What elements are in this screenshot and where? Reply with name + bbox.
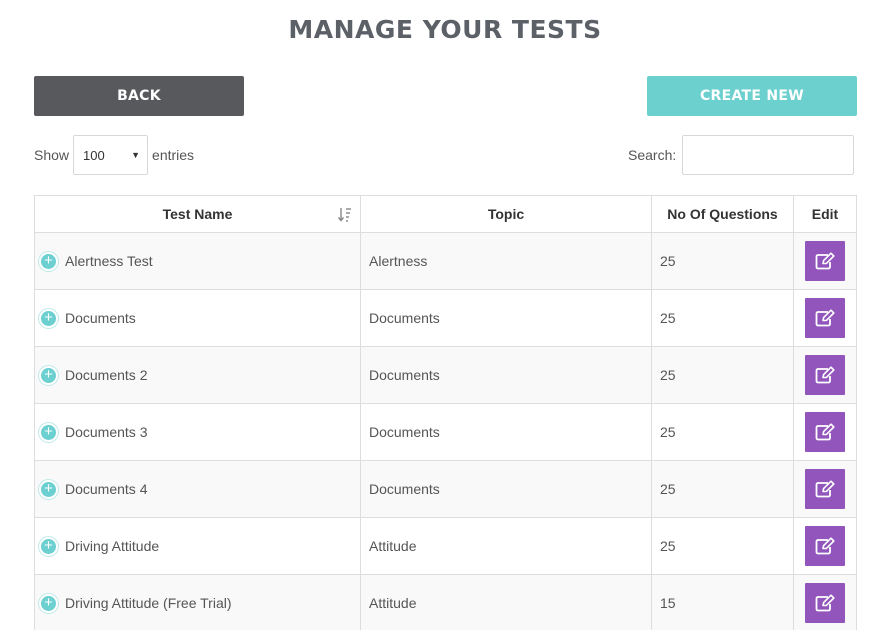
table-row: + Documents 2 Documents 25 <box>34 346 857 404</box>
edit-cell <box>793 289 857 347</box>
column-header-test-name[interactable]: Test Name <box>34 195 361 233</box>
page-title: MANAGE YOUR TESTS <box>288 15 602 44</box>
edit-cell <box>793 346 857 404</box>
test-name: Documents 4 <box>65 481 148 497</box>
test-name-cell: + Documents <box>34 289 361 347</box>
plus-circle-icon[interactable]: + <box>39 251 58 271</box>
edit-pencil-icon <box>815 480 835 498</box>
table-body: + Alertness Test Alertness 25 + Document… <box>34 232 857 630</box>
edit-button[interactable] <box>805 241 845 281</box>
test-name-cell: + Documents 2 <box>34 346 361 404</box>
plus-circle-icon[interactable]: + <box>39 308 58 328</box>
search-input[interactable] <box>682 135 855 175</box>
create-new-button[interactable]: CREATE NEW <box>647 76 857 116</box>
edit-pencil-icon <box>815 309 835 327</box>
table-row: + Driving Attitude Attitude 25 <box>34 517 857 575</box>
plus-circle-icon[interactable]: + <box>39 479 58 499</box>
questions-cell: 25 <box>651 460 794 518</box>
plus-circle-icon[interactable]: + <box>39 593 58 613</box>
entries-length-control: Show 100 ▼ entries <box>34 135 194 175</box>
topic-cell: Attitude <box>360 517 652 575</box>
edit-pencil-icon <box>815 537 835 555</box>
questions-cell: 25 <box>651 232 794 290</box>
test-name: Alertness Test <box>65 253 153 269</box>
plus-circle-icon[interactable]: + <box>39 536 58 556</box>
tests-table: Test Name Topic No Of Questions Edit + A… <box>34 195 857 630</box>
table-header-row: Test Name Topic No Of Questions Edit <box>34 195 857 233</box>
edit-pencil-icon <box>815 366 835 384</box>
edit-cell <box>793 403 857 461</box>
plus-circle-icon[interactable]: + <box>39 422 58 442</box>
edit-button[interactable] <box>805 469 845 509</box>
manage-tests-page: MANAGE YOUR TESTS BACK CREATE NEW Show 1… <box>0 0 890 630</box>
topic-cell: Alertness <box>360 232 652 290</box>
questions-cell: 25 <box>651 346 794 404</box>
edit-cell <box>793 232 857 290</box>
test-name-cell: + Driving Attitude (Free Trial) <box>34 574 361 630</box>
search-control: Search: <box>628 135 855 175</box>
sort-descending-icon <box>338 208 351 222</box>
back-button[interactable]: BACK <box>34 76 244 116</box>
questions-cell: 25 <box>651 517 794 575</box>
edit-cell <box>793 460 857 518</box>
topic-cell: Documents <box>360 403 652 461</box>
topic-cell: Documents <box>360 460 652 518</box>
table-row: + Documents 3 Documents 25 <box>34 403 857 461</box>
test-name: Documents 2 <box>65 367 148 383</box>
edit-button[interactable] <box>805 583 845 623</box>
test-name: Driving Attitude <box>65 538 160 554</box>
test-name: Documents 3 <box>65 424 148 440</box>
topic-cell: Attitude <box>360 574 652 630</box>
edit-pencil-icon <box>815 423 835 441</box>
search-label: Search: <box>628 147 677 163</box>
test-name: Driving Attitude (Free Trial) <box>65 595 232 611</box>
entries-label: entries <box>152 147 195 163</box>
chevron-down-icon: ▼ <box>131 150 141 160</box>
column-header-topic[interactable]: Topic <box>360 195 652 233</box>
edit-cell <box>793 517 857 575</box>
column-header-questions[interactable]: No Of Questions <box>651 195 794 233</box>
show-label: Show <box>34 147 70 163</box>
table-row: + Driving Attitude (Free Trial) Attitude… <box>34 574 857 630</box>
questions-cell: 25 <box>651 403 794 461</box>
edit-pencil-icon <box>815 252 835 270</box>
test-name: Documents <box>65 310 136 326</box>
column-header-label: Test Name <box>162 206 233 222</box>
edit-button[interactable] <box>805 412 845 452</box>
table-row: + Documents Documents 25 <box>34 289 857 347</box>
test-name-cell: + Documents 3 <box>34 403 361 461</box>
edit-button[interactable] <box>805 355 845 395</box>
topic-cell: Documents <box>360 289 652 347</box>
table-row: + Alertness Test Alertness 25 <box>34 232 857 290</box>
table-row: + Documents 4 Documents 25 <box>34 460 857 518</box>
entries-select-value: 100 <box>83 147 105 163</box>
test-name-cell: + Driving Attitude <box>34 517 361 575</box>
test-name-cell: + Alertness Test <box>34 232 361 290</box>
edit-button[interactable] <box>805 298 845 338</box>
column-header-edit[interactable]: Edit <box>793 195 857 233</box>
edit-pencil-icon <box>815 594 835 612</box>
test-name-cell: + Documents 4 <box>34 460 361 518</box>
edit-button[interactable] <box>805 526 845 566</box>
entries-select[interactable]: 100 ▼ <box>73 135 149 175</box>
questions-cell: 25 <box>651 289 794 347</box>
plus-circle-icon[interactable]: + <box>39 365 58 385</box>
topic-cell: Documents <box>360 346 652 404</box>
edit-cell <box>793 574 857 630</box>
questions-cell: 15 <box>651 574 794 630</box>
